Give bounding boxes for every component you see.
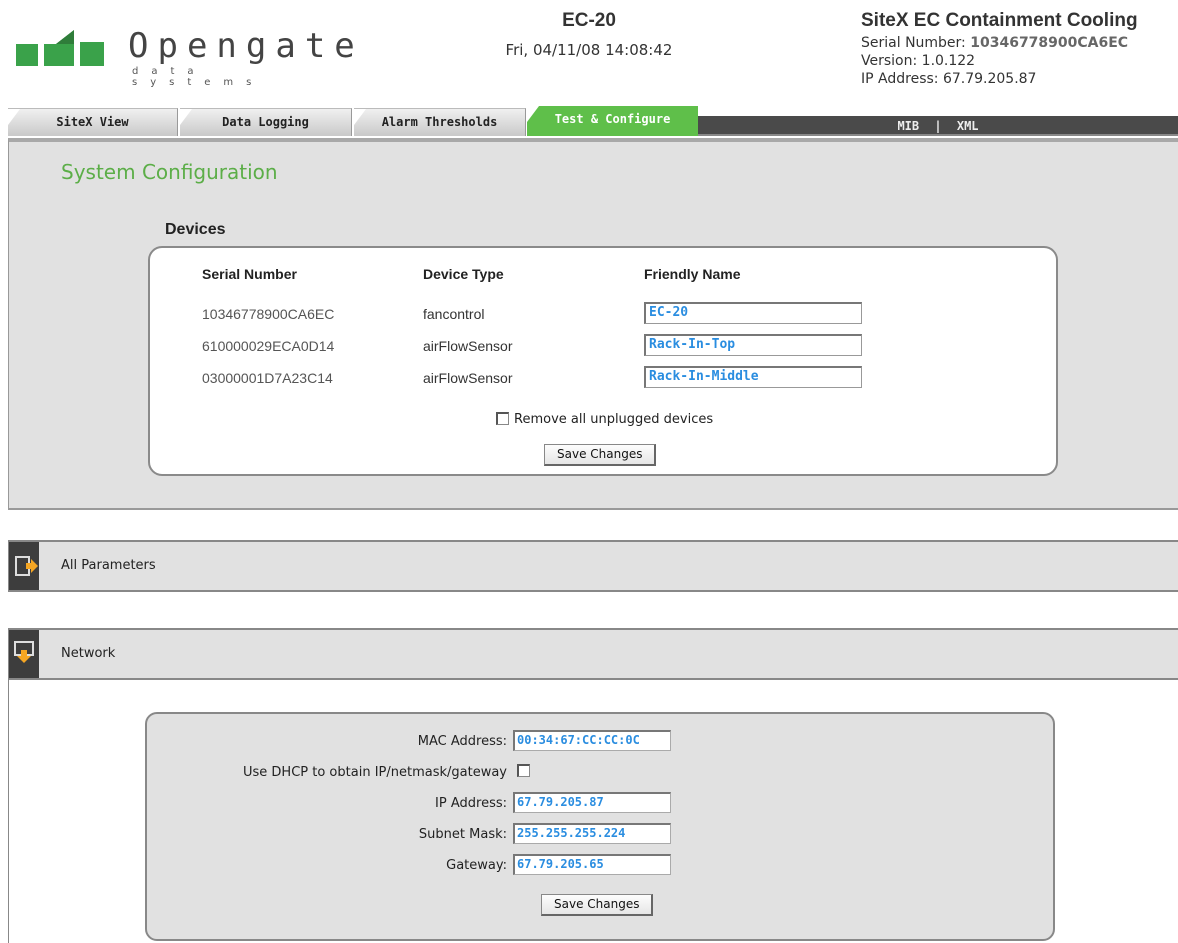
friendly-name-input[interactable]: EC-20 <box>644 302 862 324</box>
tab-label: Test & Configure <box>554 112 671 126</box>
tab-label: Data Logging <box>222 115 309 129</box>
network-section-header[interactable]: Network <box>8 628 1178 680</box>
tab-corner-icon <box>180 109 192 125</box>
devices-heading: Devices <box>165 221 226 238</box>
mac-address-label: MAC Address: <box>417 734 507 749</box>
collapse-arrow-icon <box>14 641 34 663</box>
column-header-device-type: Device Type <box>423 266 504 282</box>
tab-label: Alarm Thresholds <box>381 115 498 129</box>
version-label: Version: <box>861 53 918 69</box>
gateway-field[interactable]: 67.79.205.65 <box>513 854 671 875</box>
header: Opengate data systems EC-20 Fri, 04/11/0… <box>0 0 1178 104</box>
device-type: airFlowSensor <box>423 370 513 386</box>
device-serial: 03000001D7A23C14 <box>202 370 333 386</box>
dhcp-checkbox[interactable] <box>517 764 530 777</box>
remove-unplugged-label: Remove all unplugged devices <box>514 412 714 427</box>
device-type: airFlowSensor <box>423 338 513 354</box>
tab-bar: MIB | XML SiteX View Data Logging Alarm … <box>0 106 1178 138</box>
dhcp-label: Use DHCP to obtain IP/netmask/gateway <box>243 765 507 780</box>
xml-link[interactable]: XML <box>957 119 979 133</box>
tab-alarm-thresholds[interactable]: Alarm Thresholds <box>354 108 526 136</box>
tab-test-configure[interactable]: Test & Configure <box>527 106 698 136</box>
column-header-serial: Serial Number <box>202 266 297 282</box>
mib-link[interactable]: MIB <box>897 119 919 133</box>
save-devices-button[interactable]: Save Changes <box>544 444 657 466</box>
collapse-icon[interactable] <box>9 630 39 678</box>
ip-address-value: 67.79.205.87 <box>942 71 1037 87</box>
site-info: SiteX EC Containment Cooling Serial Numb… <box>861 10 1138 88</box>
serial-number-value: 10346778900CA6EC <box>970 35 1129 51</box>
device-serial: 10346778900CA6EC <box>202 306 335 322</box>
page-title: System Configuration <box>61 160 278 184</box>
version-line: Version: 1.0.122 <box>861 52 1138 70</box>
friendly-name-input[interactable]: Rack-In-Top <box>644 334 862 356</box>
gateway-label: Gateway: <box>446 858 507 873</box>
links-separator: | <box>934 119 942 133</box>
ip-address-label: IP Address: <box>435 796 507 811</box>
expand-icon[interactable] <box>9 542 39 590</box>
subnet-mask-field[interactable]: 255.255.255.224 <box>513 823 671 844</box>
tab-corner-icon <box>527 106 539 122</box>
save-network-button[interactable]: Save Changes <box>541 894 654 916</box>
tab-sitex-view[interactable]: SiteX View <box>8 108 178 136</box>
site-title: SiteX EC Containment Cooling <box>861 10 1138 31</box>
network-settings-box: MAC Address: 00:34:67:CC:CC:0C Use DHCP … <box>145 712 1055 941</box>
tab-corner-icon <box>8 109 20 125</box>
ip-address-field[interactable]: 67.79.205.87 <box>513 792 671 813</box>
remove-unplugged-checkbox[interactable] <box>496 412 509 425</box>
top-links: MIB | XML <box>698 116 1178 136</box>
ip-address-line: IP Address: 67.79.205.87 <box>861 70 1138 88</box>
ip-address-label: IP Address: <box>861 71 939 87</box>
device-serial: 610000029ECA0D14 <box>202 338 335 354</box>
tab-corner-icon <box>354 109 366 125</box>
system-configuration-panel: System Configuration Devices Serial Numb… <box>8 138 1178 510</box>
expand-arrow-icon <box>15 556 38 576</box>
tab-label: SiteX View <box>56 115 129 129</box>
friendly-name-input[interactable]: Rack-In-Middle <box>644 366 862 388</box>
serial-number-label: Serial Number: <box>861 35 966 51</box>
devices-box: Serial Number Device Type Friendly Name … <box>148 246 1058 476</box>
column-header-friendly-name: Friendly Name <box>644 266 741 282</box>
serial-number-line: Serial Number: 10346778900CA6EC <box>861 34 1138 52</box>
all-parameters-section[interactable]: All Parameters <box>8 540 1178 592</box>
device-type: fancontrol <box>423 306 485 322</box>
all-parameters-label: All Parameters <box>61 558 156 573</box>
network-label: Network <box>61 646 116 661</box>
version-value: 1.0.122 <box>921 53 976 69</box>
logo-tagline: data systems <box>132 66 265 88</box>
subnet-mask-label: Subnet Mask: <box>418 827 507 842</box>
remove-unplugged-row: Remove all unplugged devices <box>496 412 713 427</box>
mac-address-field[interactable]: 00:34:67:CC:CC:0C <box>513 730 671 751</box>
tab-data-logging[interactable]: Data Logging <box>180 108 352 136</box>
network-body: MAC Address: 00:34:67:CC:CC:0C Use DHCP … <box>8 680 1178 943</box>
